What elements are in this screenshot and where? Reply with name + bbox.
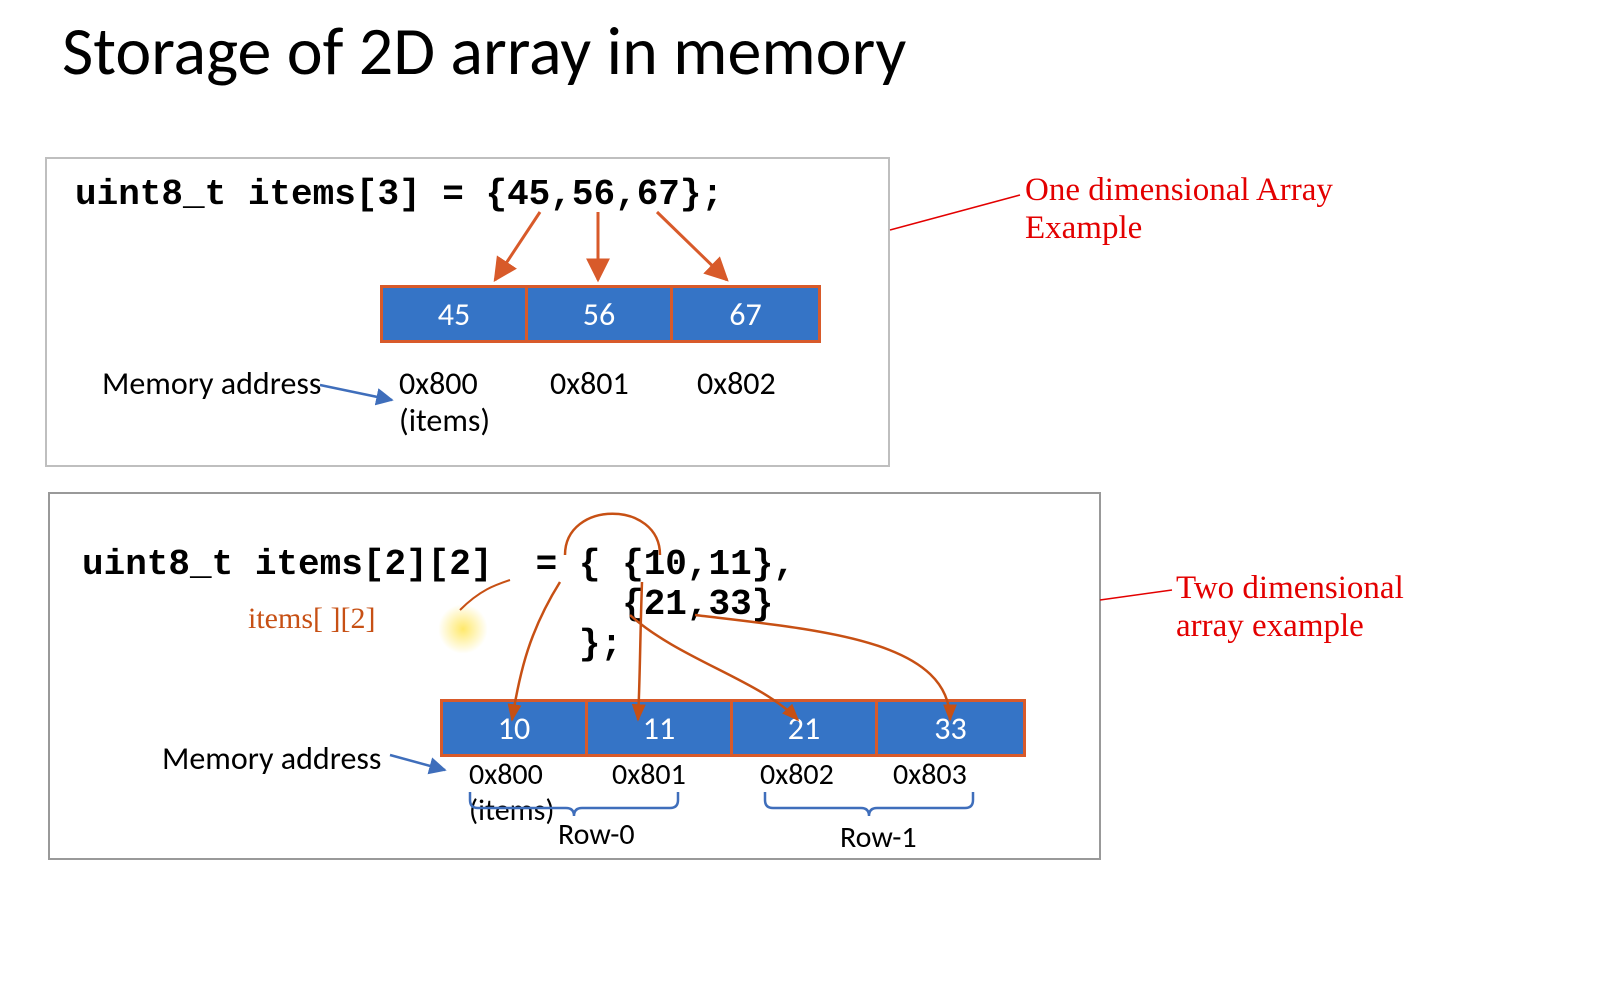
addr-0x800-1d: 0x800 — [399, 364, 478, 403]
cell-11: 11 — [588, 702, 733, 754]
panel-2d-array: uint8_t items[2][2] = { {10,11}, {21,33}… — [48, 492, 1101, 860]
addr-0x800-2d: 0x800 — [469, 756, 543, 793]
cell-21: 21 — [733, 702, 878, 754]
mem-addr-label-2d: Memory address — [162, 739, 381, 778]
cell-10: 10 — [443, 702, 588, 754]
addr-0x801-1d: 0x801 — [550, 364, 629, 403]
callout-1d: One dimensional Array Example — [1025, 172, 1333, 248]
handwritten-note: items[ ][2] — [248, 602, 375, 636]
addr-0x801-2d: 0x801 — [612, 756, 686, 793]
callout-2d: Two dimensional array example — [1176, 570, 1404, 646]
addr-0x803-2d: 0x803 — [893, 756, 967, 793]
mem-addr-label-1d: Memory address — [102, 364, 321, 403]
cells-2d: 10 11 21 33 — [440, 699, 1026, 757]
items-label-1d: (items) — [399, 401, 490, 440]
cell-67: 67 — [673, 288, 818, 340]
code-2d-l1: uint8_t items[2][2] = { {10,11}, — [82, 544, 795, 585]
panel-1d-array: uint8_t items[3] = {45,56,67}; 45 56 67 … — [45, 157, 890, 467]
cell-56: 56 — [528, 288, 673, 340]
cell-45: 45 — [383, 288, 528, 340]
row0-label: Row-0 — [558, 816, 635, 853]
addr-0x802-2d: 0x802 — [760, 756, 834, 793]
code-1d: uint8_t items[3] = {45,56,67}; — [75, 174, 723, 215]
row1-label: Row-1 — [840, 819, 917, 856]
slide-title: Storage of 2D array in memory — [62, 10, 906, 93]
cells-1d: 45 56 67 — [380, 285, 821, 343]
cell-33: 33 — [878, 702, 1023, 754]
items-label-2d: (items) — [469, 792, 554, 829]
code-2d-l2: {21,33} — [82, 584, 773, 625]
laser-highlight — [438, 604, 488, 654]
addr-0x802-1d: 0x802 — [697, 364, 776, 403]
